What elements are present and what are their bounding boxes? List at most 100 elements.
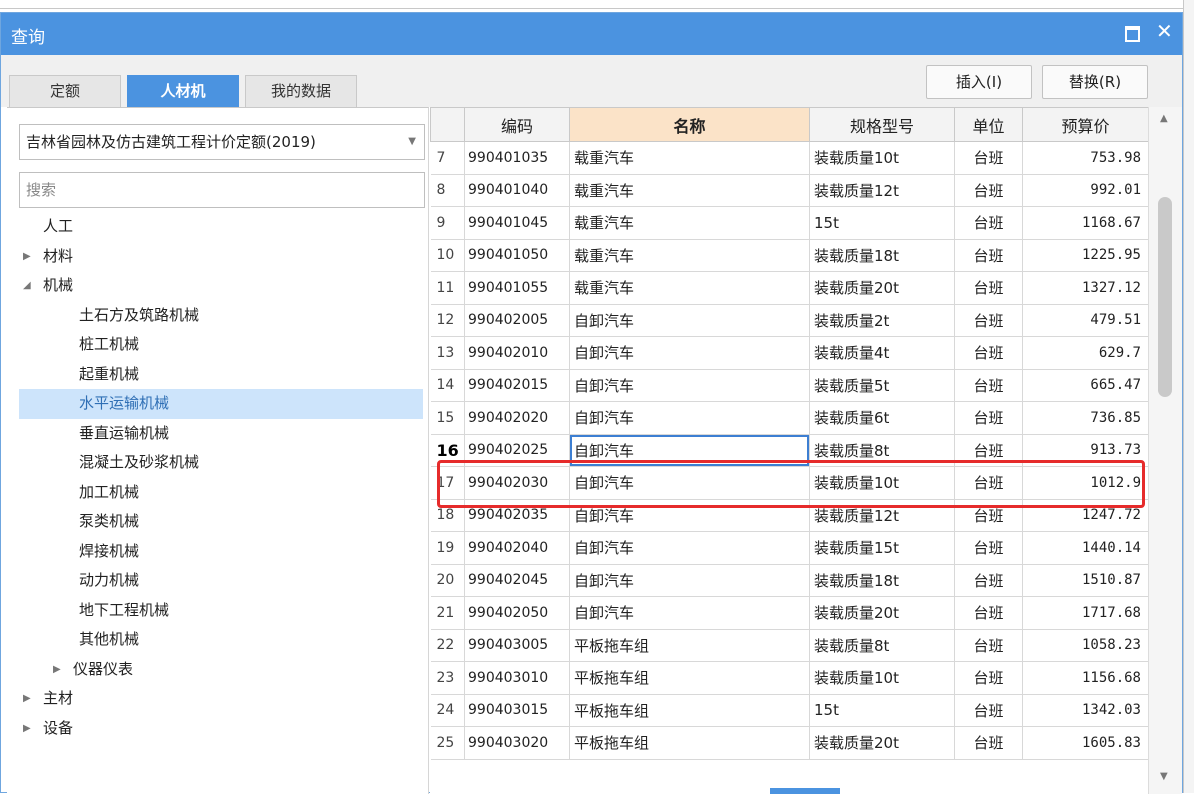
cell-name[interactable]: 自卸汽车 (569, 434, 810, 467)
row-number[interactable]: 19 (430, 531, 465, 565)
table-row[interactable]: 24 990403015 平板拖车组 15t 台班 1342.03 (430, 694, 1149, 727)
cell-code[interactable]: 990402040 (464, 531, 570, 565)
tree-item[interactable]: 混凝土及砂浆机械 (19, 448, 423, 478)
tab-labor-material-machine[interactable]: 人材机 (127, 75, 239, 107)
cell-name[interactable]: 平板拖车组 (569, 629, 810, 662)
row-number[interactable]: 10 (430, 239, 465, 272)
table-row[interactable]: 13 990402010 自卸汽车 装载质量4t 台班 629.7 (430, 336, 1149, 370)
tree-item[interactable]: 地下工程机械 (19, 596, 423, 626)
table-row[interactable]: 17 990402030 自卸汽车 装载质量10t 台班 1012.9 (430, 466, 1149, 500)
table-row[interactable]: 22 990403005 平板拖车组 装载质量8t 台班 1058.23 (430, 629, 1149, 662)
maximize-icon[interactable] (1125, 26, 1140, 42)
tree-expanded-icon[interactable]: ◢ (23, 271, 31, 301)
cell-unit[interactable]: 台班 (954, 726, 1023, 760)
tree-item[interactable]: ▶ 主材 (19, 684, 423, 714)
cell-code[interactable]: 990403010 (464, 661, 570, 695)
cell-unit[interactable]: 台班 (954, 369, 1023, 402)
cell-name[interactable]: 载重汽车 (569, 174, 810, 207)
row-number[interactable]: 11 (430, 271, 465, 305)
tree-item[interactable]: ▶ 仪器仪表 (19, 655, 423, 685)
cell-spec[interactable]: 装载质量5t (809, 369, 955, 402)
cell-spec[interactable]: 装载质量2t (809, 304, 955, 337)
cell-code[interactable]: 990403005 (464, 629, 570, 662)
cell-name[interactable]: 平板拖车组 (569, 726, 810, 760)
cell-price[interactable]: 1717.68 (1022, 596, 1149, 630)
cell-spec[interactable]: 装载质量10t (809, 661, 955, 695)
cell-price[interactable]: 1247.72 (1022, 499, 1149, 532)
cell-spec[interactable]: 装载质量10t (809, 466, 955, 500)
cell-unit[interactable]: 台班 (954, 596, 1023, 630)
row-number[interactable]: 24 (430, 694, 465, 727)
search-input[interactable] (19, 172, 425, 208)
cell-name[interactable]: 自卸汽车 (569, 466, 810, 500)
tab-my-data[interactable]: 我的数据 (245, 75, 357, 107)
cell-name[interactable]: 自卸汽车 (569, 401, 810, 435)
table-row[interactable]: 23 990403010 平板拖车组 装载质量10t 台班 1156.68 (430, 661, 1149, 695)
cell-spec[interactable]: 装载质量12t (809, 174, 955, 207)
cell-price[interactable]: 753.98 (1022, 141, 1149, 175)
cell-price[interactable]: 479.51 (1022, 304, 1149, 337)
cell-code[interactable]: 990402020 (464, 401, 570, 435)
row-number[interactable]: 8 (430, 174, 465, 207)
cell-spec[interactable]: 装载质量18t (809, 239, 955, 272)
close-icon[interactable]: ✕ (1156, 19, 1173, 43)
cell-price[interactable]: 665.47 (1022, 369, 1149, 402)
table-row[interactable]: 12 990402005 自卸汽车 装载质量2t 台班 479.51 (430, 304, 1149, 337)
cell-price[interactable]: 1168.67 (1022, 206, 1149, 240)
cell-code[interactable]: 990401035 (464, 141, 570, 175)
cell-code[interactable]: 990402025 (464, 434, 570, 467)
cell-code[interactable]: 990401045 (464, 206, 570, 240)
tree-item[interactable]: 动力机械 (19, 566, 423, 596)
tree-item[interactable]: 土石方及筑路机械 (19, 301, 423, 331)
cell-spec[interactable]: 装载质量18t (809, 564, 955, 597)
tree-collapsed-icon[interactable]: ▶ (53, 655, 61, 685)
table-row[interactable]: 7 990401035 载重汽车 装载质量10t 台班 753.98 (430, 141, 1149, 175)
cell-code[interactable]: 990403015 (464, 694, 570, 727)
cell-name[interactable]: 自卸汽车 (569, 369, 810, 402)
cell-price[interactable]: 629.7 (1022, 336, 1149, 370)
tree-item[interactable]: 垂直运输机械 (19, 419, 423, 449)
col-header-price[interactable]: 预算价 (1022, 107, 1149, 142)
cell-spec[interactable]: 装载质量10t (809, 141, 955, 175)
cell-code[interactable]: 990401040 (464, 174, 570, 207)
scroll-down-icon[interactable]: ▼ (1160, 771, 1168, 782)
table-row[interactable]: 8 990401040 载重汽车 装载质量12t 台班 992.01 (430, 174, 1149, 207)
cell-price[interactable]: 1440.14 (1022, 531, 1149, 565)
col-header-spec[interactable]: 规格型号 (809, 107, 955, 142)
cell-name[interactable]: 自卸汽车 (569, 531, 810, 565)
tree-collapsed-icon[interactable]: ▶ (23, 242, 31, 272)
replace-button[interactable]: 替换(R) (1042, 65, 1148, 99)
cell-unit[interactable]: 台班 (954, 564, 1023, 597)
col-header-code[interactable]: 编码 (464, 107, 570, 142)
table-row[interactable]: 15 990402020 自卸汽车 装载质量6t 台班 736.85 (430, 401, 1149, 435)
cell-unit[interactable]: 台班 (954, 466, 1023, 500)
tree-item[interactable]: 焊接机械 (19, 537, 423, 567)
cell-name[interactable]: 载重汽车 (569, 239, 810, 272)
cell-unit[interactable]: 台班 (954, 499, 1023, 532)
scrollbar-thumb[interactable] (1158, 197, 1172, 397)
table-row[interactable]: 16 990402025 自卸汽车 装载质量8t 台班 913.73 (430, 434, 1149, 467)
tree-item[interactable]: 水平运输机械 (19, 389, 423, 419)
row-number[interactable]: 9 (430, 206, 465, 240)
row-number[interactable]: 17 (430, 466, 465, 500)
row-number[interactable]: 22 (430, 629, 465, 662)
row-number[interactable]: 14 (430, 369, 465, 402)
cell-spec[interactable]: 装载质量12t (809, 499, 955, 532)
cell-unit[interactable]: 台班 (954, 304, 1023, 337)
vertical-scrollbar[interactable]: ▲ ▼ (1148, 107, 1182, 794)
tree-item[interactable]: 泵类机械 (19, 507, 423, 537)
cell-spec[interactable]: 装载质量6t (809, 401, 955, 435)
insert-button[interactable]: 插入(I) (926, 65, 1032, 99)
cell-spec[interactable]: 装载质量4t (809, 336, 955, 370)
col-header-unit[interactable]: 单位 (954, 107, 1023, 142)
tree-collapsed-icon[interactable]: ▶ (23, 684, 31, 714)
cell-name[interactable]: 自卸汽车 (569, 499, 810, 532)
row-number[interactable]: 7 (430, 141, 465, 175)
cell-price[interactable]: 1225.95 (1022, 239, 1149, 272)
cell-unit[interactable]: 台班 (954, 694, 1023, 727)
cell-spec[interactable]: 15t (809, 694, 955, 727)
cell-code[interactable]: 990401050 (464, 239, 570, 272)
row-number[interactable]: 16 (430, 434, 465, 467)
cell-unit[interactable]: 台班 (954, 661, 1023, 695)
cell-unit[interactable]: 台班 (954, 271, 1023, 305)
